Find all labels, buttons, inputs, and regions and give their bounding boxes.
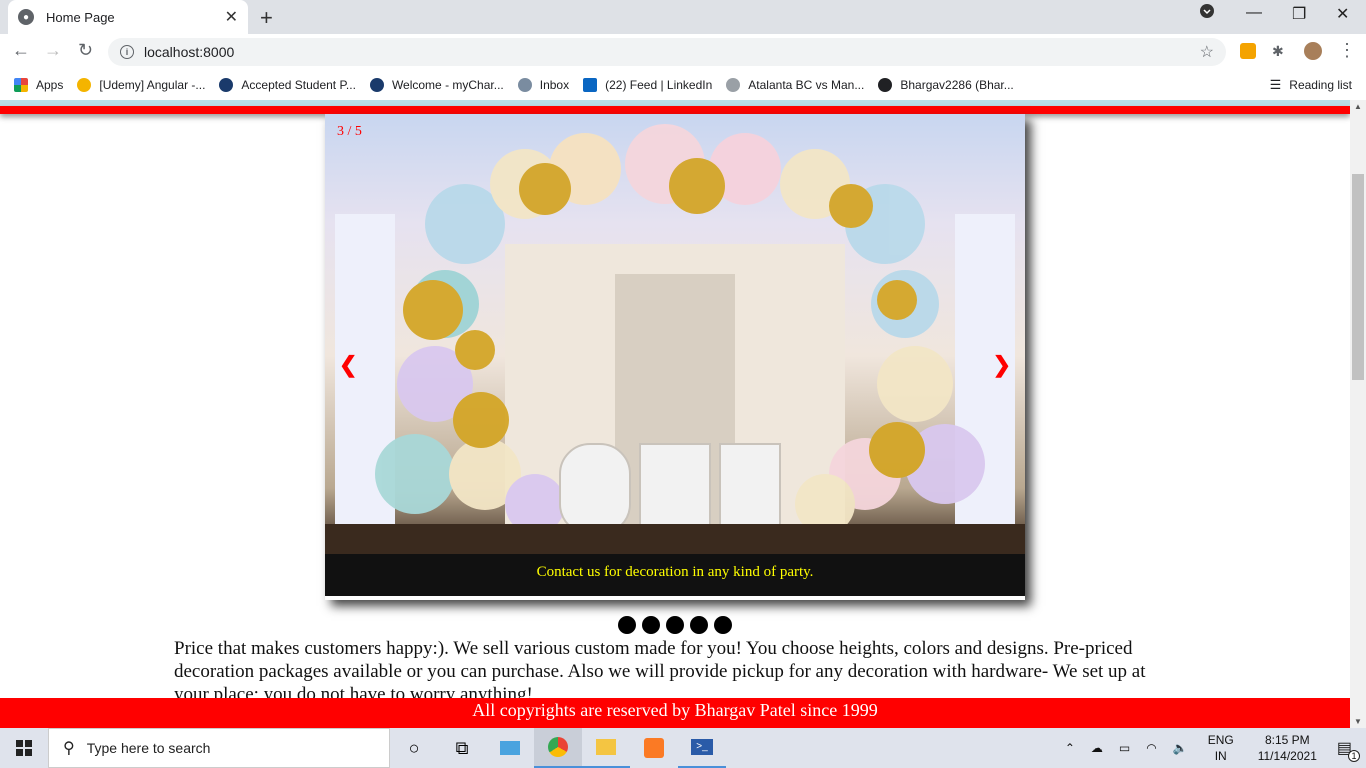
bookmark-label: Welcome - myChar... [391,78,504,92]
globe-icon: ● [18,9,34,25]
minimize-icon[interactable]: — [1246,4,1262,22]
slideshow: 3 / 5 ❮ ❯ Contact us for decoration in a… [325,114,1025,600]
tab-title: Home Page [46,9,115,25]
reading-list-label: Reading list [1289,78,1352,92]
system-tray: ⌃ ☁ ▭ ◠ 🔈 ENG IN 8:15 PM 11/14/2021 ▤ 1 [1057,728,1366,768]
url-text: localhost:8000 [144,44,235,60]
bookmark-inbox[interactable]: Inbox [517,78,570,92]
forward-icon[interactable]: → [44,40,62,61]
slide-underline [325,596,1025,600]
slide-image [325,114,1025,554]
description-text: Price that makes customers happy:). We s… [174,638,1146,705]
bookmark-linkedin[interactable]: (22) Feed | LinkedIn [583,78,712,92]
powershell-icon[interactable]: >_ [678,728,726,768]
xampp-icon[interactable] [630,728,678,768]
tab-home-page[interactable]: ● Home Page ✕ [8,0,248,34]
bookmarks-bar: Apps [Udemy] Angular -... Accepted Stude… [0,70,1366,100]
university-icon [219,78,234,92]
bookmark-label: Accepted Student P... [241,78,356,92]
bookmark-star-icon[interactable]: ☆ [1200,42,1214,62]
search-icon: ⚲ [63,740,75,757]
battery-icon[interactable]: ▭ [1119,741,1130,755]
avatar[interactable] [1304,42,1322,60]
search-placeholder: Type here to search [86,740,211,756]
soccer-icon [726,78,741,92]
file-explorer-icon[interactable] [582,728,630,768]
toolbar: ← → ↻ i localhost:8000 ☆ ✱ ⋮ [0,34,1366,70]
taskbar-search[interactable]: ⚲ Type here to search [48,728,390,768]
onedrive-icon[interactable]: ☁ [1091,741,1103,755]
next-slide-button[interactable]: ❯ [993,352,1011,378]
desktop-app-icon[interactable] [486,728,534,768]
scrollbar-thumb[interactable] [1352,174,1364,380]
scroll-up-icon[interactable]: ▲ [1354,102,1362,111]
restore-icon[interactable]: ❐ [1292,4,1306,24]
university-icon [369,78,384,92]
linkedin-icon [583,78,598,92]
extension-icon[interactable] [1240,43,1256,59]
page-content: 3 / 5 ❮ ❯ Contact us for decoration in a… [0,100,1350,728]
notification-badge: 1 [1348,750,1360,762]
github-icon [878,78,893,92]
scroll-down-icon[interactable]: ▼ [1354,717,1362,726]
close-window-icon[interactable]: ✕ [1336,4,1349,24]
reading-list-icon: ☰ [1269,77,1282,92]
tab-search-icon[interactable] [1200,4,1214,23]
slide-dot-5[interactable] [714,616,732,634]
info-icon[interactable]: i [120,45,134,59]
bookmark-label: [Udemy] Angular -... [99,78,206,92]
reading-list-button[interactable]: ☰ Reading list [1270,77,1352,93]
apps-grid-icon [14,78,28,92]
bookmark-label: Apps [36,78,64,92]
slide-dot-1[interactable] [618,616,636,634]
tab-strip: ● Home Page ✕ + — ❐ ✕ [0,0,1366,34]
close-tab-icon[interactable]: ✕ [225,7,238,27]
bookmark-label: (22) Feed | LinkedIn [605,78,713,92]
slide-counter: 3 / 5 [337,124,362,139]
new-tab-button[interactable]: + [260,5,273,31]
slide-dot-3[interactable] [666,616,684,634]
address-bar[interactable]: i localhost:8000 ☆ [108,38,1226,66]
back-icon[interactable]: ← [12,40,30,61]
header-bar [0,106,1350,114]
bookmark-atalanta[interactable]: Atalanta BC vs Man... [726,78,864,92]
bookmark-udemy[interactable]: [Udemy] Angular -... [77,78,205,92]
volume-icon[interactable]: 🔈 [1173,741,1188,755]
bookmark-github[interactable]: Bhargav2286 (Bhar... [878,78,1014,92]
puzzle-icon[interactable]: ✱ [1272,43,1288,59]
taskbar: ⚲ Type here to search ○ ⧉ >_ ⌃ ☁ ▭ ◠ 🔈 E… [0,728,1366,768]
udemy-icon [77,78,92,92]
prev-slide-button[interactable]: ❮ [339,352,357,378]
menu-icon[interactable]: ⋮ [1338,40,1356,61]
slide-caption: Contact us for decoration in any kind of… [536,564,814,580]
clock[interactable]: 8:15 PM 11/14/2021 [1258,732,1317,764]
bookmark-mycharlotte[interactable]: Welcome - myChar... [369,78,504,92]
clock-time: 8:15 PM [1264,733,1310,747]
clock-date: 11/14/2021 [1257,749,1317,763]
footer: All copyrights are reserved by Bhargav P… [0,698,1350,728]
bookmark-label: Atalanta BC vs Man... [748,78,865,92]
chevron-up-icon[interactable]: ⌃ [1065,741,1075,755]
slide-dot-2[interactable] [642,616,660,634]
chrome-icon[interactable] [534,728,582,768]
reload-icon[interactable]: ↻ [78,40,93,61]
page-scrollbar[interactable]: ▲ ▼ [1350,100,1366,728]
bookmark-label: Inbox [539,78,570,92]
bookmark-accepted-student[interactable]: Accepted Student P... [219,78,356,92]
mail-icon [517,78,532,92]
task-view-icon[interactable]: ⧉ [438,728,486,768]
windows-logo-icon [16,740,32,756]
language-top: ENG [1207,733,1234,747]
bookmark-label: Bhargav2286 (Bhar... [900,78,1014,92]
bookmark-apps[interactable]: Apps [14,78,63,92]
slide-dot-4[interactable] [690,616,708,634]
start-button[interactable] [0,728,48,768]
notification-icon[interactable]: ▤ 1 [1337,738,1360,762]
slide-dots [618,616,732,634]
language-bottom: IN [1214,749,1227,763]
cortana-icon[interactable]: ○ [390,728,438,768]
footer-text: All copyrights are reserved by Bhargav P… [472,700,878,720]
language-indicator[interactable]: ENG IN [1208,732,1234,764]
wifi-icon[interactable]: ◠ [1146,741,1156,755]
